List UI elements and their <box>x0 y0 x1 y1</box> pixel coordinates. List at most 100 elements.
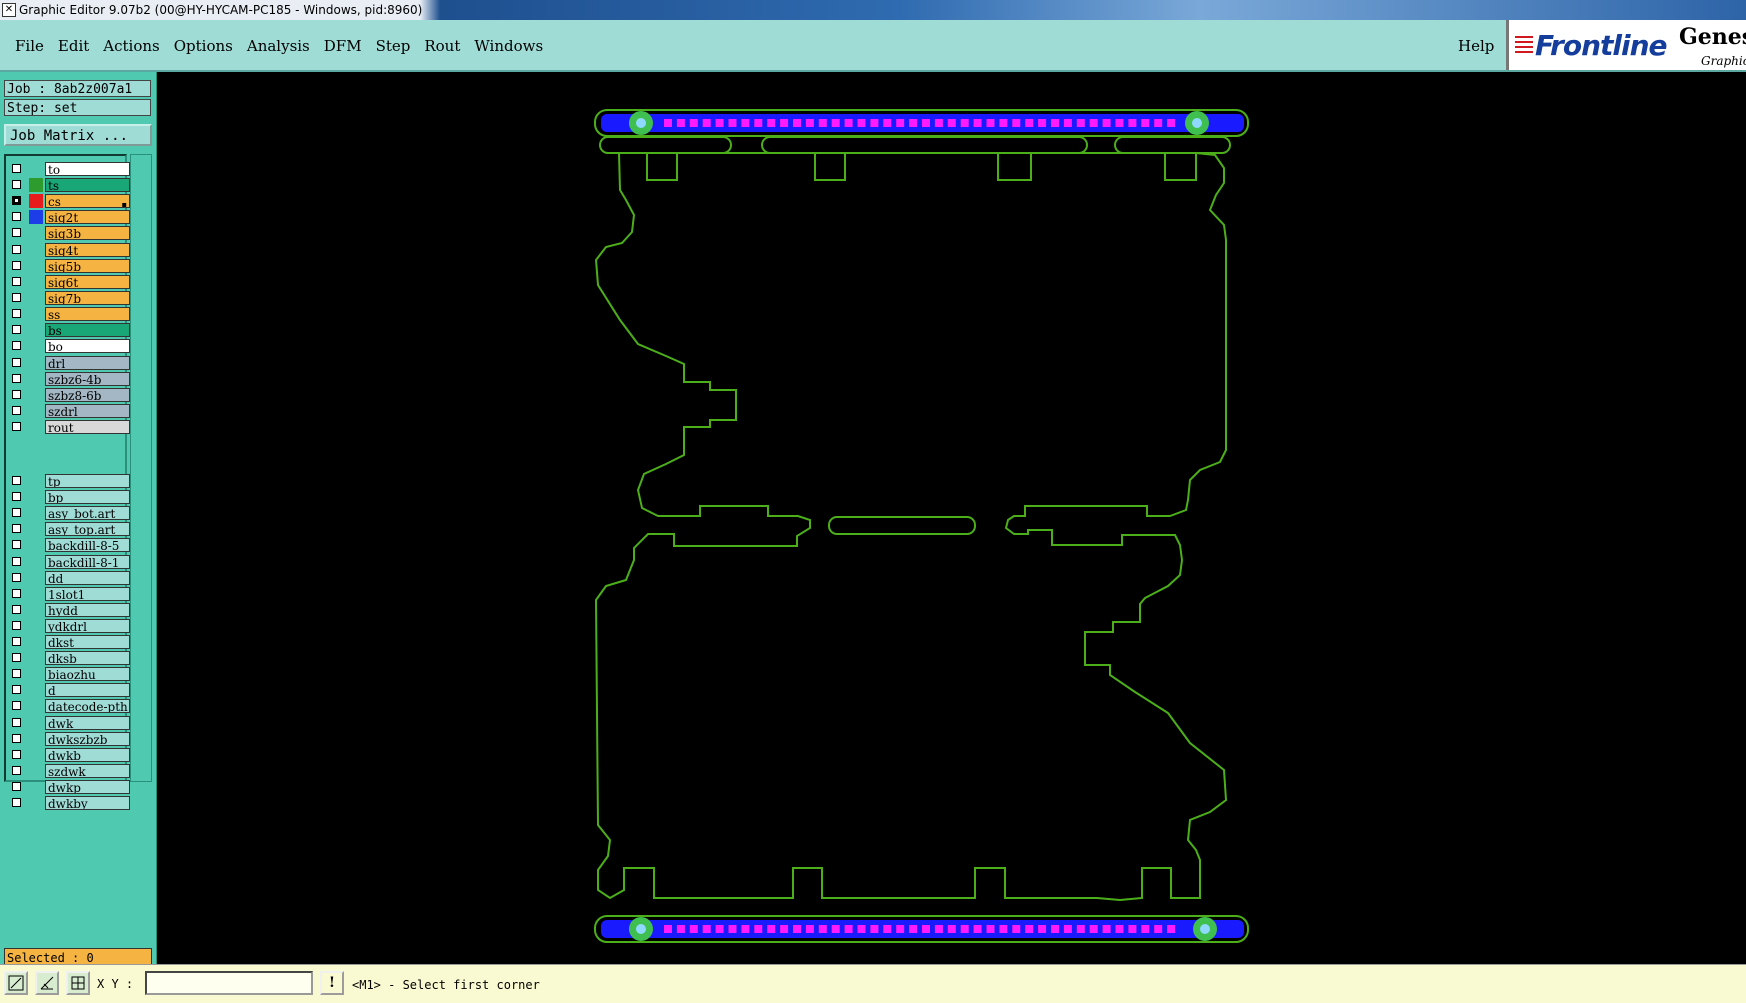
layer-asy_top.art[interactable]: asy_top.art <box>8 522 130 537</box>
layer-1slot1[interactable]: 1slot1 <box>8 586 130 602</box>
layer-name[interactable]: datecode-pth <box>45 699 130 714</box>
layer-cs[interactable]: cs ▪ <box>8 194 130 209</box>
layer-name[interactable]: sig2t <box>45 210 130 225</box>
layer-name[interactable]: sig5b <box>45 258 130 273</box>
layer-name[interactable]: sig7b <box>45 290 130 305</box>
layer-datecode-pth[interactable]: datecode-pth <box>8 699 130 714</box>
layer-checkbox[interactable] <box>12 588 21 598</box>
menu-options[interactable]: Options <box>167 37 240 55</box>
layer-checkbox[interactable] <box>12 358 21 367</box>
layer-name[interactable]: backdill-8-5 <box>45 538 130 553</box>
layer-checkbox[interactable] <box>12 749 21 759</box>
layer-name[interactable]: dwkb <box>45 747 130 762</box>
layer-dwkp[interactable]: dwkp <box>8 779 130 795</box>
layer-checkbox[interactable] <box>12 406 21 416</box>
layer-name[interactable]: szbz8-6b <box>45 388 130 403</box>
layer-name[interactable]: dwkszbzb <box>45 731 130 746</box>
layer-name[interactable]: drl <box>45 356 130 370</box>
layer-name[interactable]: rout <box>45 420 130 435</box>
layer-checkbox[interactable] <box>12 540 21 550</box>
menu-windows[interactable]: Windows <box>467 37 550 55</box>
layer-szbz8-6b[interactable]: szbz8-6b <box>8 388 130 403</box>
layer-checkbox[interactable] <box>12 325 21 334</box>
layer-checkbox[interactable] <box>12 604 21 614</box>
layer-rout[interactable]: rout <box>8 420 130 435</box>
layer-sig6t[interactable]: sig6t <box>8 274 130 290</box>
layer-checkbox[interactable] <box>12 374 21 384</box>
layer-checkbox[interactable] <box>12 276 21 286</box>
layer-tp[interactable]: tp <box>8 474 130 489</box>
layer-checkbox[interactable] <box>12 637 21 646</box>
layer-color-swatch[interactable] <box>29 178 43 193</box>
layer-name[interactable]: szdwk <box>45 763 130 778</box>
layer-name[interactable]: hydd <box>45 602 130 617</box>
menu-dfm[interactable]: DFM <box>317 37 369 55</box>
layer-sig4t[interactable]: sig4t <box>8 242 130 258</box>
layer-checkbox[interactable] <box>12 717 21 727</box>
layer-name[interactable]: dd <box>45 570 130 585</box>
layer-checkbox[interactable] <box>12 653 21 663</box>
layer-dwkszbzb[interactable]: dwkszbzb <box>8 731 130 747</box>
zoom-window-button[interactable] <box>4 971 28 995</box>
layer-name[interactable]: sig6t <box>45 274 130 289</box>
layer-name[interactable]: cs ▪ <box>45 194 130 209</box>
layer-name[interactable]: dwk <box>45 715 130 730</box>
layer-color-swatch[interactable] <box>29 210 43 225</box>
menu-file[interactable]: File <box>8 37 51 55</box>
job-matrix-button[interactable]: Job Matrix ... <box>4 124 152 146</box>
layer-dwkb[interactable]: dwkb <box>8 747 130 763</box>
layer-biaozhu[interactable]: biaozhu <box>8 667 130 682</box>
layer-name[interactable]: asy_top.art <box>45 522 130 537</box>
layer-name[interactable]: dksb <box>45 651 130 666</box>
layer-checkbox[interactable] <box>12 390 21 400</box>
snap-grid-button[interactable] <box>66 971 90 995</box>
menu-actions[interactable]: Actions <box>96 37 166 55</box>
layer-checkbox[interactable] <box>12 422 21 432</box>
layer-ts[interactable]: ts <box>8 178 130 193</box>
layer-sig2t[interactable]: sig2t <box>8 210 130 225</box>
layer-szdwk[interactable]: szdwk <box>8 763 130 779</box>
layer-name[interactable]: ydkdrl <box>45 618 130 633</box>
layer-checkbox[interactable] <box>12 228 21 238</box>
layer-ydkdrl[interactable]: ydkdrl <box>8 618 130 634</box>
layer-checkbox[interactable] <box>12 308 21 318</box>
layer-checkbox[interactable] <box>12 669 21 679</box>
layer-bs[interactable]: bs <box>8 323 130 338</box>
layer-name[interactable]: sig3b <box>45 226 130 241</box>
menu-rout[interactable]: Rout <box>417 37 467 55</box>
layer-checkbox[interactable] <box>12 781 21 791</box>
layer-checkbox[interactable] <box>12 733 21 743</box>
layer-asy_bot.art[interactable]: asy_bot.art <box>8 506 130 521</box>
layer-d[interactable]: d <box>8 683 130 698</box>
layer-drl[interactable]: drl <box>8 356 130 371</box>
layer-name[interactable]: szdrl <box>45 404 130 419</box>
layer-name[interactable]: biaozhu <box>45 667 130 682</box>
layer-name[interactable]: bp <box>45 490 130 505</box>
layer-checkbox[interactable] <box>12 524 21 534</box>
xy-input[interactable] <box>145 971 313 995</box>
layer-name[interactable]: backdill-8-1 <box>45 554 130 569</box>
layer-list-scrollbar[interactable] <box>130 154 152 782</box>
layer-dd[interactable]: dd <box>8 570 130 586</box>
layer-checkbox[interactable] <box>12 341 21 351</box>
layer-checkbox[interactable] <box>12 765 21 775</box>
layer-name[interactable]: dwkp <box>45 779 130 794</box>
layer-checkbox[interactable] <box>12 798 21 807</box>
menu-step[interactable]: Step <box>369 37 418 55</box>
measure-button[interactable] <box>35 971 59 995</box>
layer-backdill-8-1[interactable]: backdill-8-1 <box>8 554 130 570</box>
layer-checkbox[interactable] <box>12 508 21 518</box>
menu-edit[interactable]: Edit <box>51 37 96 55</box>
layer-szdrl[interactable]: szdrl <box>8 404 130 419</box>
layer-name[interactable]: bs <box>45 323 130 337</box>
app-icon[interactable]: ✕ <box>2 3 16 17</box>
layer-backdill-8-5[interactable]: backdill-8-5 <box>8 538 130 553</box>
layer-sig3b[interactable]: sig3b <box>8 226 130 241</box>
layer-checkbox[interactable] <box>12 701 21 711</box>
layer-ss[interactable]: ss <box>8 306 130 322</box>
layer-name[interactable]: ts <box>45 178 130 193</box>
layer-checkbox[interactable] <box>12 476 21 485</box>
layer-color-swatch[interactable] <box>29 194 43 209</box>
layer-name[interactable]: sig4t <box>45 242 130 257</box>
layer-name[interactable]: d <box>45 683 130 698</box>
